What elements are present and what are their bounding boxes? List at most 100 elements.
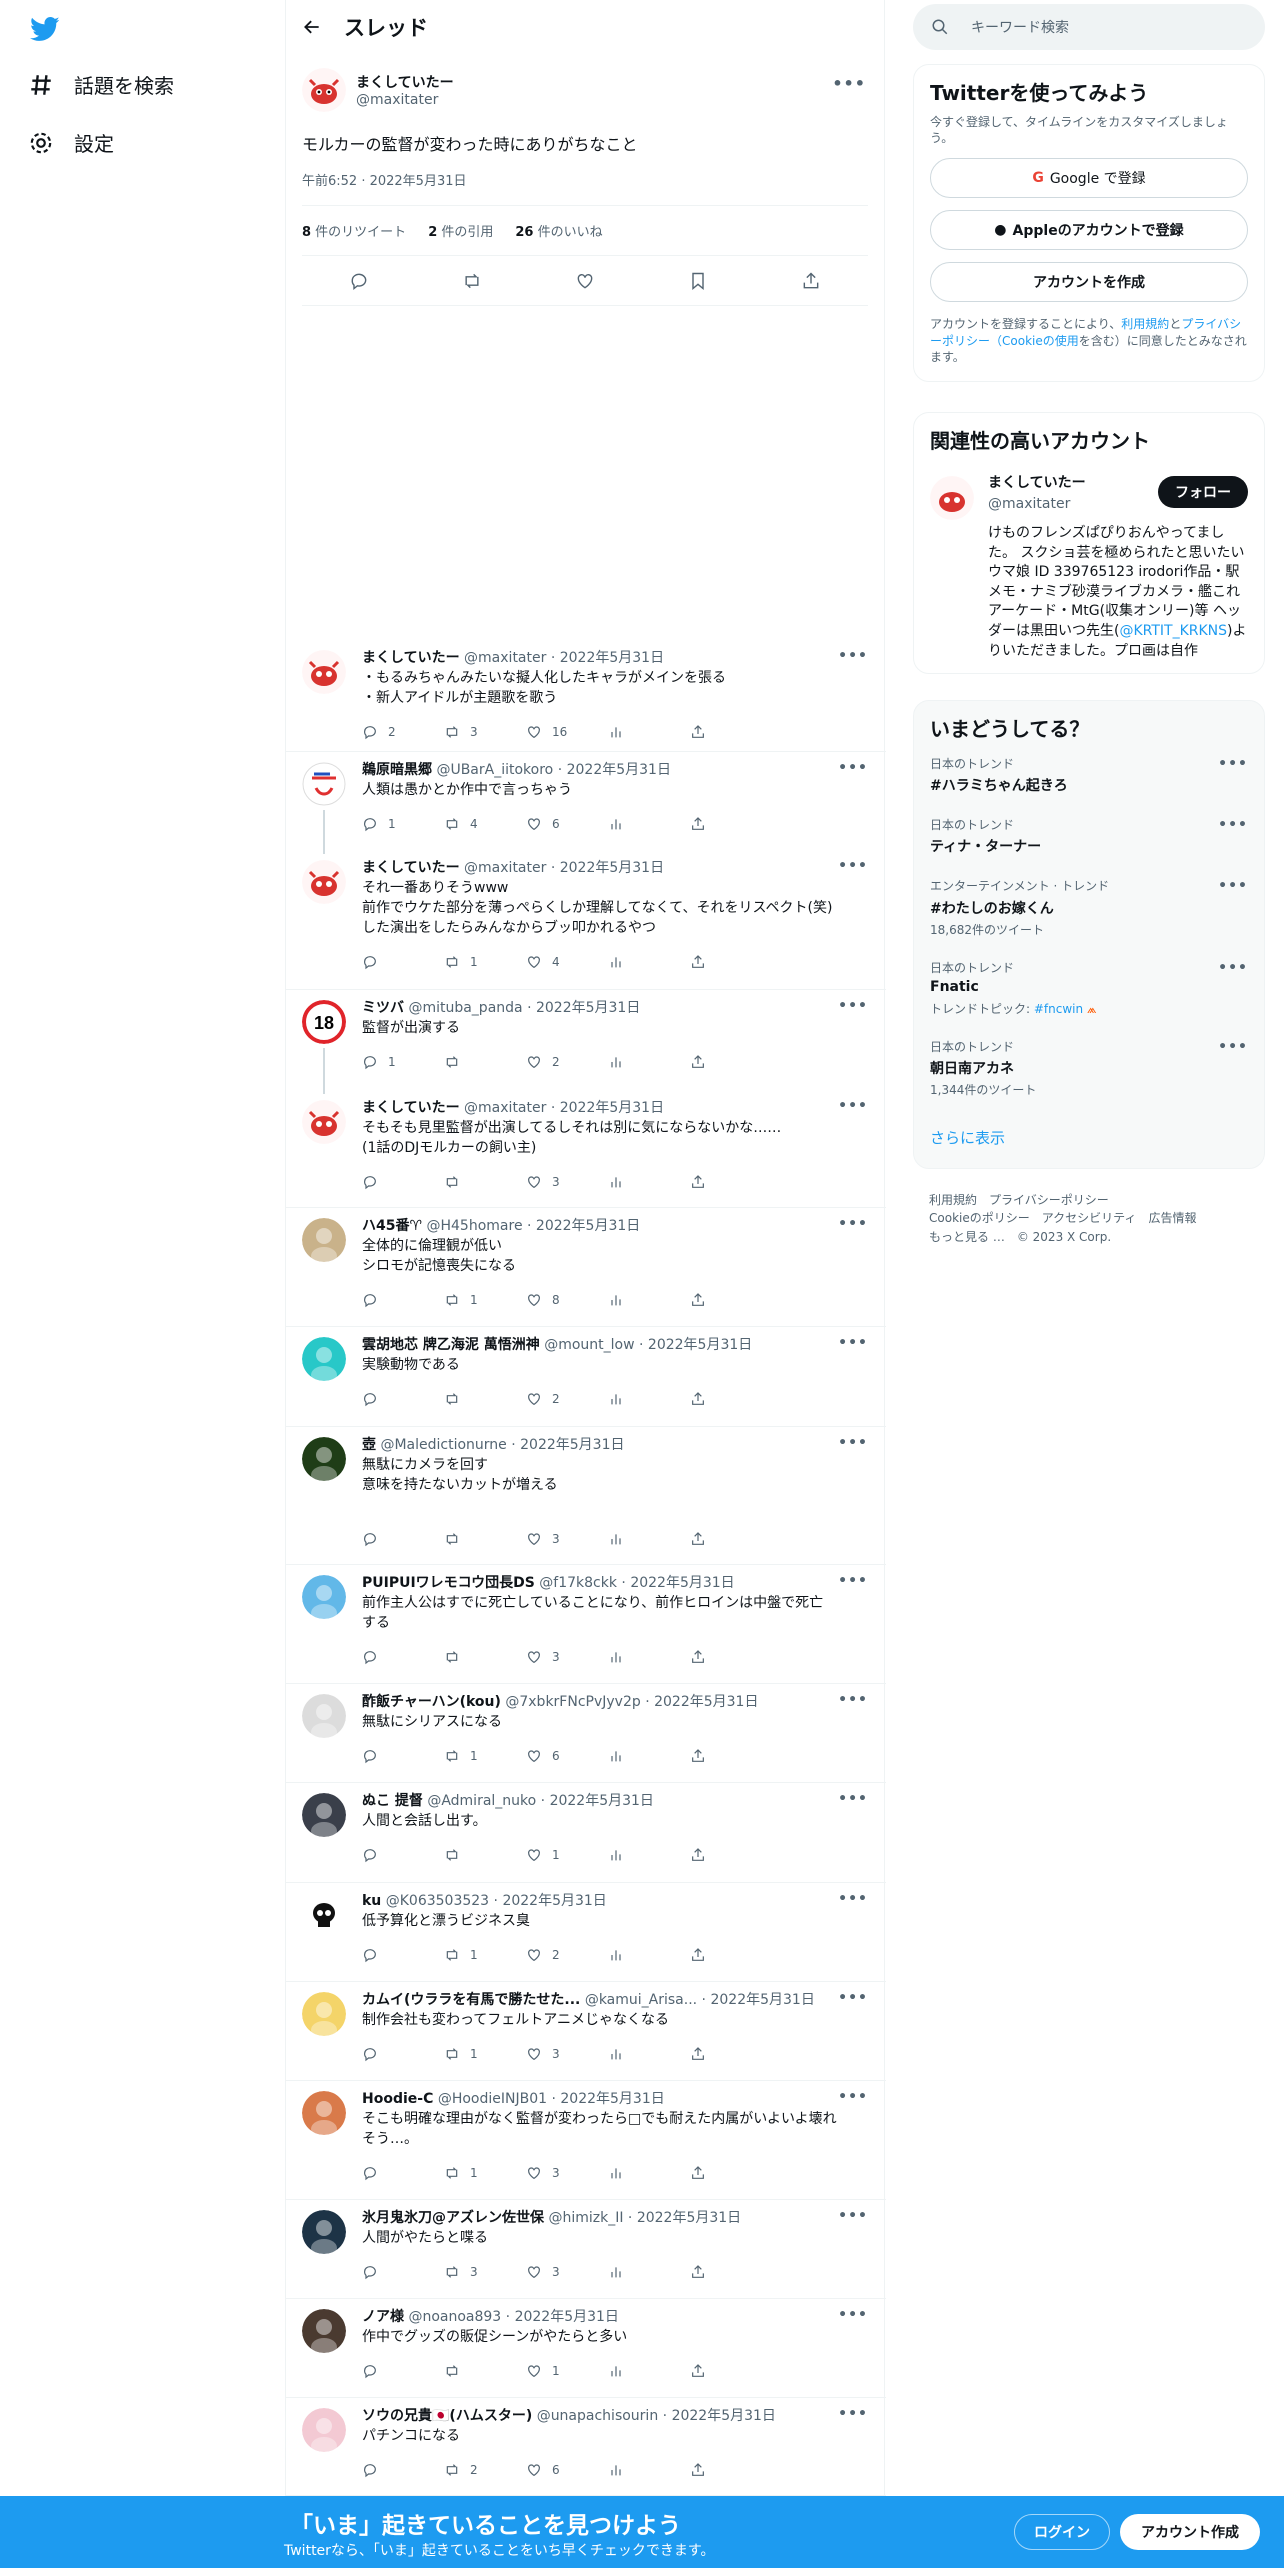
views-button[interactable]: [608, 816, 690, 832]
like-button[interactable]: 3: [526, 1531, 608, 1547]
like-button[interactable]: 6: [526, 1748, 608, 1764]
retweet-button[interactable]: [444, 1649, 526, 1665]
reply-author-handle[interactable]: @HoodieINJB01: [438, 2091, 547, 2107]
more-icon[interactable]: •••: [838, 1990, 868, 2006]
like-button[interactable]: 3: [526, 2046, 608, 2062]
reply-button[interactable]: [362, 1292, 444, 1308]
reply-tweet[interactable]: まくしていたー @maxitater · 2022年5月31日 そもそも見里監督が…: [286, 1090, 886, 1208]
views-button[interactable]: [608, 1531, 690, 1547]
reply-author-handle[interactable]: @maxitater: [464, 650, 546, 666]
reply-button[interactable]: [362, 2363, 444, 2379]
footer-cookie[interactable]: Cookieのポリシー: [929, 1211, 1030, 1225]
reply-author-name[interactable]: ku: [362, 1893, 381, 1909]
retweet-button[interactable]: [444, 1391, 526, 1407]
reply-date[interactable]: 2022年5月31日: [672, 2408, 776, 2424]
reply-date[interactable]: 2022年5月31日: [520, 1437, 624, 1453]
nav-explore[interactable]: 話題を検索: [28, 70, 174, 99]
like-button[interactable]: 16: [526, 724, 608, 740]
reply-author-handle[interactable]: @H45homare: [427, 1218, 523, 1234]
reply-tweet[interactable]: 雲胡地芯 牌乙海泥 萬悟洲神 @mount_low · 2022年5月31日 実験…: [286, 1327, 886, 1427]
search-input[interactable]: キーワード検索: [913, 4, 1265, 50]
follow-button[interactable]: フォロー: [1158, 475, 1248, 508]
reply-button[interactable]: [362, 1748, 444, 1764]
reply-tweet[interactable]: ハ45番♈ @H45homare · 2022年5月31日 全体的に倫理観が低いシ…: [286, 1208, 886, 1327]
share-button[interactable]: [690, 2462, 772, 2478]
retweet-button[interactable]: 3: [444, 2264, 526, 2280]
reply-tweet[interactable]: Hoodie-C @HoodieINJB01 · 2022年5月31日 そこも明確…: [286, 2081, 886, 2200]
reply-button[interactable]: [362, 1531, 444, 1547]
reply-button[interactable]: [362, 2462, 444, 2478]
trend-item[interactable]: エンターテインメント · トレンド #わたしのお嫁くん 18,682件のツイート ••…: [930, 878, 1248, 937]
views-button[interactable]: [608, 2462, 690, 2478]
more-icon[interactable]: •••: [838, 2208, 868, 2224]
bio-mention-link[interactable]: @KRTIT_KRKNS: [1119, 623, 1227, 639]
reply-button[interactable]: 1: [362, 816, 444, 832]
retweet-button[interactable]: 1: [444, 954, 526, 970]
reply-date[interactable]: 2022年5月31日: [560, 1100, 664, 1116]
views-button[interactable]: [608, 1947, 690, 1963]
reply-author-handle[interactable]: @maxitater: [464, 1100, 546, 1116]
reply-button[interactable]: [362, 954, 444, 970]
likes-stat[interactable]: 26 件のいいね: [515, 221, 602, 240]
reply-author-handle[interactable]: @Admiral_nuko: [427, 1793, 536, 1809]
back-arrow-icon[interactable]: [302, 17, 322, 37]
reply-date[interactable]: 2022年5月31日: [515, 2309, 619, 2325]
apple-signup-button[interactable]: ● Appleのアカウントで登録: [930, 210, 1248, 251]
reply-author-handle[interactable]: @mituba_panda: [408, 1000, 522, 1016]
like-button[interactable]: 2: [526, 1054, 608, 1070]
share-button[interactable]: [690, 2264, 772, 2280]
avatar[interactable]: [302, 1337, 346, 1381]
views-button[interactable]: [608, 724, 690, 740]
avatar[interactable]: [302, 2091, 346, 2135]
footer-accessibility[interactable]: アクセシビリティ: [1042, 1211, 1137, 1225]
footer-more[interactable]: もっと見る …: [929, 1230, 1005, 1244]
reply-author-handle[interactable]: @unapachisourin: [537, 2408, 659, 2424]
like-button[interactable]: 8: [526, 1292, 608, 1308]
avatar[interactable]: [302, 1694, 346, 1738]
more-icon[interactable]: •••: [838, 1098, 868, 1114]
retweet-button[interactable]: 4: [444, 816, 526, 832]
reply-date[interactable]: 2022年5月31日: [550, 1793, 654, 1809]
reply-date[interactable]: 2022年5月31日: [567, 762, 671, 778]
retweet-button[interactable]: 1: [444, 2165, 526, 2181]
reply-author-name[interactable]: まくしていたー: [362, 860, 460, 876]
reply-button[interactable]: [362, 2165, 444, 2181]
more-icon[interactable]: •••: [1218, 817, 1248, 833]
avatar[interactable]: [302, 68, 346, 112]
reply-tweet[interactable]: カムイ(ウララを有馬で勝たせた... @kamui_Arisa... · 202…: [286, 1982, 886, 2081]
reply-author-handle[interactable]: @UBarA_iitokoro: [436, 762, 553, 778]
reply-date[interactable]: 2022年5月31日: [648, 1337, 752, 1353]
trend-item[interactable]: 日本のトレンド Fnatic トレンドトピック: #fncwin ⩕ •••: [930, 960, 1248, 1017]
more-icon[interactable]: •••: [838, 1216, 868, 1232]
views-button[interactable]: [608, 954, 690, 970]
more-icon[interactable]: •••: [1218, 756, 1248, 772]
retweet-button[interactable]: 1: [444, 1292, 526, 1308]
retweet-button[interactable]: [444, 1054, 526, 1070]
more-icon[interactable]: •••: [838, 1692, 868, 1708]
share-button[interactable]: [690, 1174, 772, 1190]
like-button[interactable]: 1: [526, 1847, 608, 1863]
avatar[interactable]: [302, 860, 346, 904]
reply-button[interactable]: [362, 1174, 444, 1190]
tweet-timestamp[interactable]: 午前6:52 · 2022年5月31日: [302, 170, 868, 207]
like-button[interactable]: 1: [526, 2363, 608, 2379]
show-more-link[interactable]: さらに表示: [930, 1127, 1248, 1148]
retweets-stat[interactable]: 8 件のリツイート: [302, 221, 406, 240]
avatar[interactable]: [302, 2309, 346, 2353]
reply-author-handle[interactable]: @K063503523: [386, 1893, 489, 1909]
like-button[interactable]: 6: [526, 2462, 608, 2478]
reply-date[interactable]: 2022年5月31日: [560, 860, 664, 876]
reply-author-name[interactable]: ソウの兄貴🇯🇵(ハムスター): [362, 2408, 532, 2424]
like-button[interactable]: 2: [526, 1391, 608, 1407]
views-button[interactable]: [608, 1391, 690, 1407]
reply-author-name[interactable]: ハ45番♈: [362, 1218, 422, 1234]
reply-author-handle[interactable]: @Maledictionurne: [380, 1437, 506, 1453]
login-button[interactable]: ログイン: [1014, 2514, 1110, 2550]
reply-author-handle[interactable]: @mount_low: [544, 1337, 634, 1353]
more-icon[interactable]: •••: [1218, 960, 1248, 976]
views-button[interactable]: [608, 1649, 690, 1665]
reply-tweet[interactable]: ku @K063503523 · 2022年5月31日 低予算化と漂うビジネス臭 •…: [286, 1883, 886, 1982]
reply-tweet[interactable]: ソウの兄貴🇯🇵(ハムスター) @unapachisourin · 2022年5月…: [286, 2398, 886, 2496]
more-icon[interactable]: •••: [838, 1435, 868, 1451]
share-button[interactable]: [690, 1292, 772, 1308]
